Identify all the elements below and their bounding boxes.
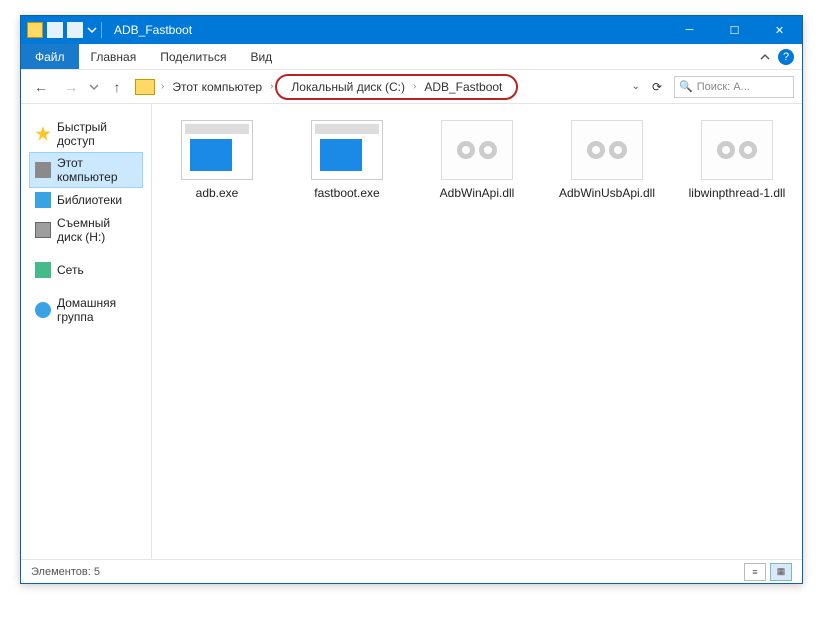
file-label: AdbWinUsbApi.dll	[559, 186, 655, 202]
back-button[interactable]: ←	[29, 75, 53, 99]
up-button[interactable]: ↑	[105, 75, 129, 99]
address-bar[interactable]: › Этот компьютер › Локальный диск (C:) ›…	[135, 74, 640, 100]
folder-icon	[135, 79, 155, 95]
sidebar-item-thispc[interactable]: Этот компьютер	[29, 152, 143, 188]
file-label: fastboot.exe	[314, 186, 379, 202]
network-icon	[35, 262, 51, 278]
explorer-window: ADB_Fastboot ─ ☐ ✕ Файл Главная Поделить…	[20, 15, 803, 584]
sidebar-label: Сеть	[57, 263, 84, 277]
computer-icon	[35, 162, 51, 178]
file-item[interactable]: AdbWinApi.dll	[422, 120, 532, 202]
qat-dropdown-icon[interactable]	[87, 25, 97, 35]
view-icons-button[interactable]: ▦	[770, 563, 792, 581]
file-item[interactable]: adb.exe	[162, 120, 272, 202]
dll-icon	[701, 120, 773, 180]
chevron-right-icon: ›	[268, 81, 275, 92]
minimize-button[interactable]: ─	[667, 16, 712, 44]
chevron-right-icon: ›	[159, 81, 166, 92]
sidebar-item-removable[interactable]: Съемный диск (H:)	[29, 212, 143, 248]
status-text: Элементов: 5	[31, 566, 100, 578]
star-icon	[35, 126, 51, 142]
dll-icon	[441, 120, 513, 180]
qat-newfolder-button[interactable]	[67, 22, 83, 38]
window-title: ADB_Fastboot	[114, 23, 192, 37]
help-icon[interactable]: ?	[778, 49, 794, 65]
sidebar-item-homegroup[interactable]: Домашняя группа	[29, 292, 143, 328]
view-details-button[interactable]: ≡	[744, 563, 766, 581]
tab-share[interactable]: Поделиться	[148, 44, 238, 69]
explorer-body: Быстрый доступ Этот компьютер Библиотеки…	[21, 104, 802, 559]
sidebar-label: Библиотеки	[57, 193, 122, 207]
sidebar-label: Домашняя группа	[57, 296, 137, 324]
file-item[interactable]: fastboot.exe	[292, 120, 402, 202]
file-label: libwinpthread-1.dll	[689, 186, 786, 202]
breadcrumb-drive[interactable]: Локальный диск (C:)	[285, 78, 411, 96]
qat-properties-button[interactable]	[47, 22, 63, 38]
tab-view[interactable]: Вид	[238, 44, 284, 69]
address-dropdown-icon[interactable]: ⌄	[632, 81, 640, 92]
file-item[interactable]: libwinpthread-1.dll	[682, 120, 792, 202]
close-button[interactable]: ✕	[757, 16, 802, 44]
sidebar-item-network[interactable]: Сеть	[29, 258, 143, 282]
maximize-button[interactable]: ☐	[712, 16, 757, 44]
libraries-icon	[35, 192, 51, 208]
exe-icon	[181, 120, 253, 180]
file-tab[interactable]: Файл	[21, 44, 79, 69]
ribbon-tabs: Файл Главная Поделиться Вид ?	[21, 44, 802, 70]
file-item[interactable]: AdbWinUsbApi.dll	[552, 120, 662, 202]
sidebar-label: Быстрый доступ	[57, 120, 137, 148]
breadcrumb-root[interactable]: Этот компьютер	[166, 78, 268, 96]
file-label: adb.exe	[196, 186, 239, 202]
forward-button[interactable]: →	[59, 75, 83, 99]
search-icon: 🔍	[679, 80, 693, 93]
history-dropdown-icon[interactable]	[89, 82, 99, 92]
tab-home[interactable]: Главная	[79, 44, 149, 69]
exe-icon	[311, 120, 383, 180]
file-list: adb.exe fastboot.exe AdbWinApi.dll AdbWi…	[152, 104, 802, 559]
dll-icon	[571, 120, 643, 180]
navigation-pane: Быстрый доступ Этот компьютер Библиотеки…	[21, 104, 152, 559]
title-bar: ADB_Fastboot ─ ☐ ✕	[21, 16, 802, 44]
refresh-button[interactable]: ⟳	[646, 76, 668, 98]
chevron-right-icon: ›	[411, 81, 418, 92]
folder-icon	[27, 22, 43, 38]
search-input[interactable]: 🔍 Поиск: A...	[674, 76, 794, 98]
drive-icon	[35, 222, 51, 238]
sidebar-item-libraries[interactable]: Библиотеки	[29, 188, 143, 212]
breadcrumb-folder[interactable]: ADB_Fastboot	[418, 78, 508, 96]
sidebar-label: Этот компьютер	[57, 156, 137, 184]
separator	[101, 22, 102, 38]
breadcrumb-highlighted: Локальный диск (C:) › ADB_Fastboot	[275, 74, 518, 100]
homegroup-icon	[35, 302, 51, 318]
quick-access-toolbar	[21, 22, 108, 38]
sidebar-label: Съемный диск (H:)	[57, 216, 137, 244]
file-label: AdbWinApi.dll	[440, 186, 515, 202]
search-placeholder: Поиск: A...	[697, 81, 750, 93]
ribbon-collapse-icon[interactable]	[760, 52, 770, 62]
status-bar: Элементов: 5 ≡ ▦	[21, 559, 802, 583]
navigation-bar: ← → ↑ › Этот компьютер › Локальный диск …	[21, 70, 802, 104]
sidebar-item-quickaccess[interactable]: Быстрый доступ	[29, 116, 143, 152]
